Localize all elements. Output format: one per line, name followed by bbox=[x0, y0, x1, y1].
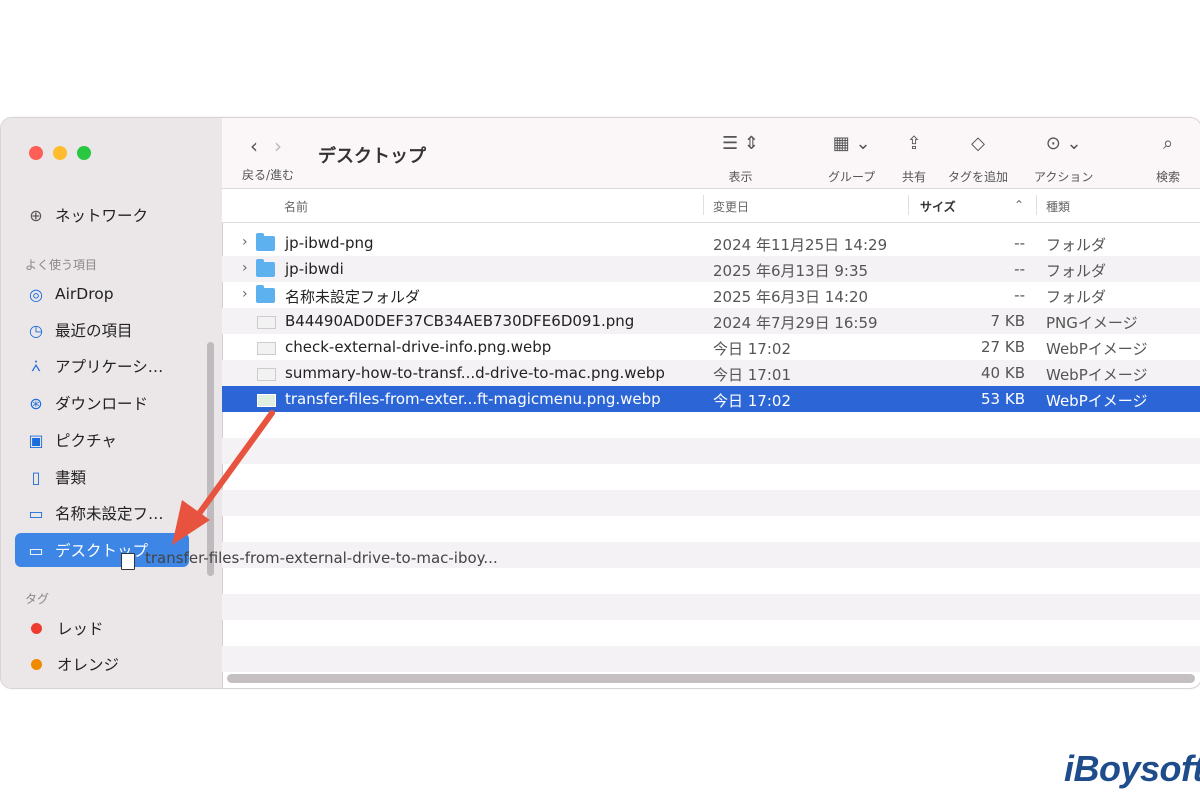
brand-logo: iBoysoft bbox=[1064, 748, 1200, 789]
annotation-arrow-icon bbox=[172, 410, 275, 545]
